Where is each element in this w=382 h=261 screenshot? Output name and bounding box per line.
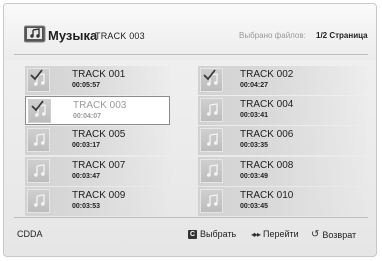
track-thumbnail [27, 189, 50, 213]
return-button[interactable]: ↺ Возврат [311, 229, 356, 240]
track-name: TRACK 001 [72, 69, 126, 80]
c-key-icon: C [188, 229, 197, 239]
track-thumbnail [27, 68, 50, 92]
track-duration: 00:03:35 [240, 142, 269, 149]
track-item[interactable]: TRACK 005 00:03:17 [25, 126, 170, 155]
track-item[interactable]: TRACK 001 00:05:57 [25, 66, 170, 95]
track-duration: 00:04:07 [73, 113, 102, 120]
left-right-arrows-icon: ◂▸▸ [251, 229, 261, 239]
track-item[interactable]: TRACK 007 00:03:47 [25, 157, 170, 186]
header-bar: Музыка TRACK 003 Выбрано файлов: 1/2 Стр… [4, 4, 376, 60]
select-button[interactable]: C Выбрать [188, 229, 236, 239]
footer-divider [14, 217, 368, 218]
track-item[interactable]: TRACK 010 00:03:45 [198, 187, 367, 216]
music-note-icon [34, 194, 45, 207]
track-thumbnail [200, 68, 223, 92]
track-item[interactable]: TRACK 006 00:03:35 [198, 126, 367, 155]
track-thumbnail [200, 159, 223, 183]
current-track-label: TRACK 003 [95, 31, 145, 41]
track-thumbnail [200, 128, 223, 152]
track-item[interactable]: TRACK 008 00:03:49 [198, 157, 367, 186]
track-duration: 00:03:53 [72, 203, 101, 210]
music-note-icon [34, 133, 45, 146]
track-item[interactable]: TRACK 002 00:04:27 [198, 66, 367, 95]
music-note-icon [207, 133, 218, 146]
track-duration: 00:03:49 [240, 173, 269, 180]
checkmark-icon [203, 69, 216, 81]
track-duration: 00:04:27 [240, 82, 269, 89]
track-name: TRACK 003 [73, 100, 127, 111]
track-name: TRACK 009 [72, 190, 126, 201]
return-icon: ↺ [311, 229, 320, 240]
track-name: TRACK 007 [72, 160, 126, 171]
page-indicator: 1/2 Страница [316, 31, 368, 40]
checkmark-icon [30, 69, 43, 81]
track-name: TRACK 006 [240, 129, 294, 140]
track-thumbnail [200, 189, 223, 213]
track-item[interactable]: TRACK 009 00:03:53 [25, 187, 170, 216]
page-title: Музыка [48, 28, 98, 43]
music-note-icon [34, 164, 45, 177]
track-name: TRACK 010 [240, 190, 294, 201]
return-label: Возврат [322, 229, 357, 240]
track-duration: 00:03:45 [240, 203, 269, 210]
music-note-icon [207, 103, 218, 116]
track-duration: 00:03:47 [72, 173, 101, 180]
select-label: Выбрать [200, 229, 237, 239]
track-item[interactable]: TRACK 003 00:04:07 [25, 96, 170, 125]
track-thumbnail [28, 99, 51, 123]
track-thumbnail [27, 159, 50, 183]
track-duration: 00:05:57 [72, 82, 101, 89]
track-name: TRACK 005 [72, 129, 126, 140]
track-name: TRACK 004 [240, 99, 294, 110]
checkmark-icon [31, 100, 44, 112]
track-duration: 00:03:41 [240, 112, 269, 119]
music-folder-icon [24, 25, 46, 43]
track-item[interactable]: TRACK 004 00:03:41 [198, 96, 367, 125]
source-label: CDDA [17, 229, 43, 239]
music-note-icon [207, 194, 218, 207]
music-browser-window: Музыка TRACK 003 Выбрано файлов: 1/2 Стр… [3, 3, 377, 257]
track-name: TRACK 008 [240, 160, 294, 171]
header-divider [14, 54, 368, 55]
navigate-label: Перейти [263, 229, 299, 239]
track-thumbnail [200, 98, 223, 122]
track-name: TRACK 002 [240, 69, 294, 80]
track-duration: 00:03:17 [72, 142, 101, 149]
selected-files-label: Выбрано файлов: [239, 31, 306, 40]
navigate-button[interactable]: ◂▸▸ Перейти [251, 229, 299, 239]
music-note-icon [207, 164, 218, 177]
track-thumbnail [27, 128, 50, 152]
